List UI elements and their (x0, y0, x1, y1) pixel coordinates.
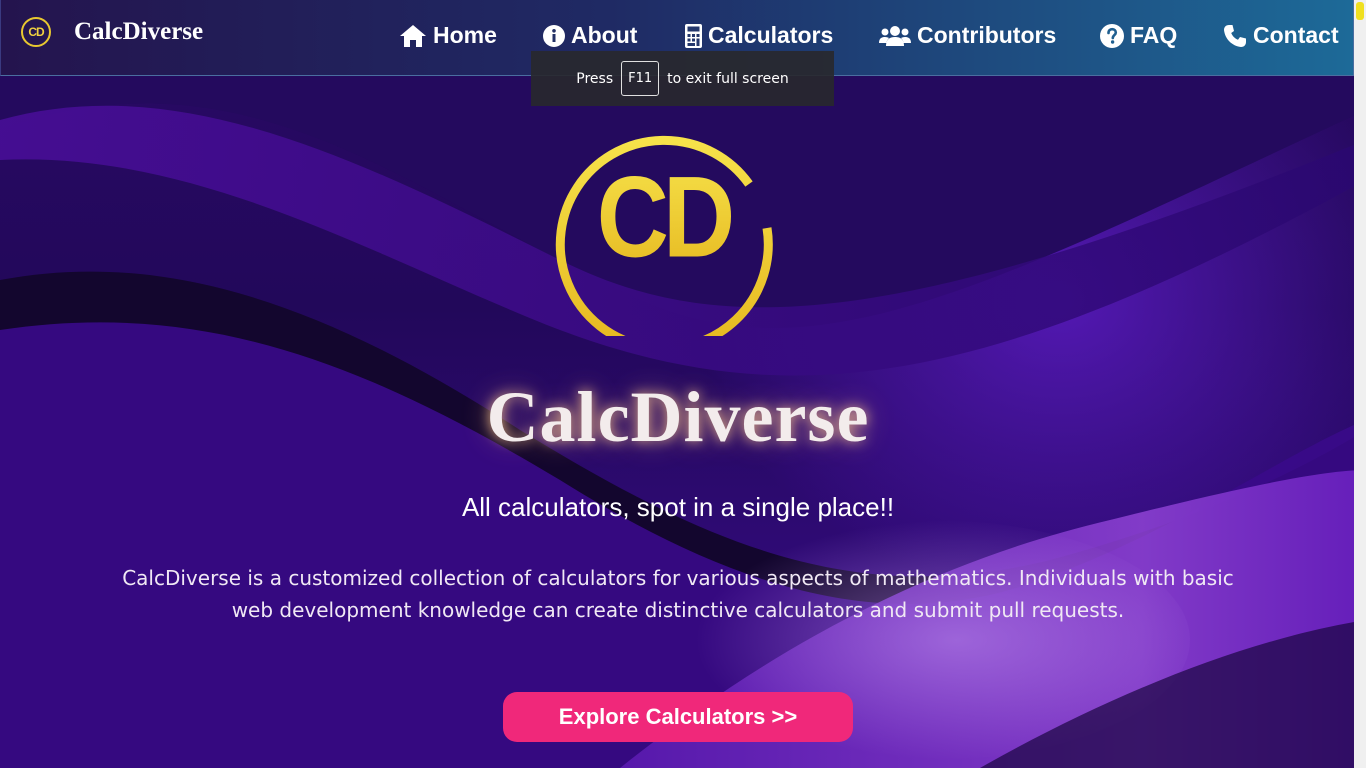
nav-contact[interactable]: Contact (1223, 22, 1339, 49)
explore-calculators-button[interactable]: Explore Calculators >> (503, 692, 853, 742)
nav-contributors[interactable]: Contributors (879, 22, 1056, 49)
nav-faq-label: FAQ (1130, 22, 1178, 48)
nav-home[interactable]: Home (399, 22, 497, 49)
fullscreen-exit-toast: Press F11 to exit full screen (531, 51, 834, 106)
hero-tagline: All calculators, spot in a single place!… (461, 492, 895, 522)
page-scrollbar[interactable] (1354, 0, 1366, 768)
brand-logo-icon: CD (21, 17, 51, 47)
nav-home-label: Home (433, 22, 497, 48)
brand-name: CalcDiverse (74, 18, 204, 45)
hero-section: CD CalcDiverse All calculators, spot in … (0, 0, 1366, 768)
brand-link[interactable]: CD CalcDiverse (21, 17, 203, 47)
home-icon (400, 24, 426, 47)
hero-title: CalcDiverse (486, 377, 870, 457)
fullscreen-toast-prefix: Press (576, 70, 614, 87)
question-icon (1100, 23, 1124, 48)
nav-contact-label: Contact (1253, 22, 1339, 48)
info-icon (543, 24, 565, 47)
hero-logo-text: CD (597, 152, 732, 281)
nav-calculators[interactable]: Calculators (685, 22, 833, 49)
scrollbar-thumb[interactable] (1356, 2, 1364, 20)
hero-logo: CD (555, 135, 773, 336)
fullscreen-toast-suffix: to exit full screen (667, 70, 789, 87)
hero-description: CalcDiverse is a customized collection o… (122, 566, 1234, 622)
calculator-icon (685, 23, 702, 48)
fullscreen-toast-key: F11 (621, 61, 660, 96)
nav-about[interactable]: About (543, 22, 637, 49)
users-icon (879, 25, 911, 46)
phone-icon (1224, 24, 1246, 47)
nav-about-label: About (571, 22, 638, 48)
nav-faq[interactable]: FAQ (1100, 22, 1177, 49)
nav-calculators-label: Calculators (708, 22, 834, 48)
nav-contributors-label: Contributors (917, 22, 1057, 48)
